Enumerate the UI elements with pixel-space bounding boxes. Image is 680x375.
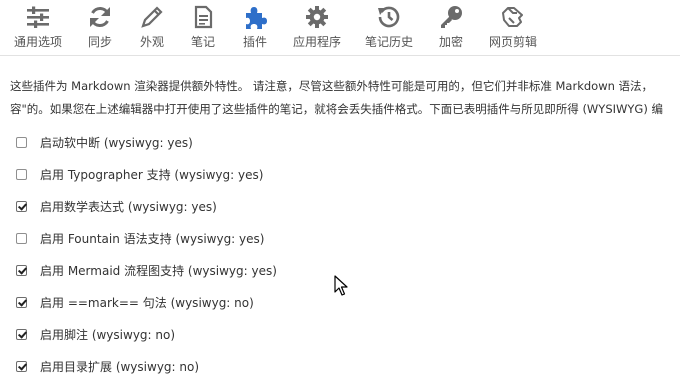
- description-line-2: 容"的。如果您在上述编辑器中打开使用了这些插件的笔记，就将会丢失插件格式。下面已…: [10, 102, 663, 116]
- plugin-option-label: 启用数学表达式 (wysiwyg: yes): [40, 199, 217, 214]
- tab-note-label: 笔记: [190, 35, 215, 49]
- plugin-option-label: 启用 Fountain 语法支持 (wysiwyg: yes): [40, 231, 265, 246]
- mouse-cursor-icon: [334, 275, 350, 299]
- tab-appearance[interactable]: 外观: [134, 2, 170, 52]
- tab-application[interactable]: 应用程序: [288, 2, 346, 52]
- plugin-option-label: 启用 Typographer 支持 (wysiwyg: yes): [40, 167, 264, 182]
- sync-icon: [87, 4, 113, 30]
- tab-encryption-label: 加密: [438, 35, 463, 49]
- tab-web-clipper[interactable]: 网页剪辑: [484, 2, 542, 52]
- tab-plugins[interactable]: 插件: [237, 2, 273, 52]
- plugin-option-label: 启用 Mermaid 流程图支持 (wysiwyg: yes): [40, 263, 277, 278]
- tab-plugins-label: 插件: [242, 35, 267, 49]
- plugin-option-math[interactable]: 启用数学表达式 (wysiwyg: yes): [16, 197, 217, 215]
- plugin-option-label: 启用 ==mark== 句法 (wysiwyg: no): [40, 295, 254, 310]
- sliders-icon: [25, 4, 51, 30]
- plugin-option-soft-breaks[interactable]: 启动软中断 (wysiwyg: yes): [16, 133, 193, 151]
- checkbox[interactable]: [16, 232, 27, 244]
- plugin-option-footnotes[interactable]: 启用脚注 (wysiwyg: no): [16, 325, 175, 343]
- tab-general[interactable]: 通用选项: [10, 2, 66, 52]
- note-icon: [190, 4, 216, 30]
- checkbox[interactable]: [16, 360, 27, 372]
- checkbox[interactable]: [16, 264, 27, 276]
- settings-toolbar: 通用选项 同步 外观 笔记 插件 应用程序 笔记历史 加密 网页剪辑: [0, 0, 680, 56]
- gear-icon: [304, 4, 330, 30]
- plugin-option-mark[interactable]: 启用 ==mark== 句法 (wysiwyg: no): [16, 293, 254, 311]
- pencil-icon: [139, 4, 165, 30]
- tab-application-label: 应用程序: [292, 35, 341, 49]
- description-line-1: 这些插件为 Markdown 渲染器提供额外特性。 请注意，尽管这些额外特性可能…: [10, 79, 654, 93]
- checkbox[interactable]: [16, 328, 27, 340]
- plugin-option-typographer[interactable]: 启用 Typographer 支持 (wysiwyg: yes): [16, 165, 263, 183]
- plugin-option-fountain[interactable]: 启用 Fountain 语法支持 (wysiwyg: yes): [16, 229, 264, 247]
- tab-general-label: 通用选项: [13, 35, 62, 49]
- key-icon: [438, 4, 464, 30]
- history-icon: [376, 4, 402, 30]
- checkbox[interactable]: [16, 136, 27, 148]
- plugin-option-label: 启动软中断 (wysiwyg: yes): [40, 135, 193, 150]
- tab-note-history[interactable]: 笔记历史: [360, 2, 418, 52]
- tab-sync[interactable]: 同步: [82, 2, 118, 52]
- clipper-icon: [500, 4, 526, 30]
- checkbox[interactable]: [16, 168, 27, 180]
- tab-note-history-label: 笔记历史: [364, 35, 413, 49]
- plugin-option-toc[interactable]: 启用目录扩展 (wysiwyg: no): [16, 357, 199, 375]
- tab-note[interactable]: 笔记: [185, 2, 221, 52]
- plugin-option-mermaid[interactable]: 启用 Mermaid 流程图支持 (wysiwyg: yes): [16, 261, 277, 279]
- puzzle-icon: [242, 4, 268, 30]
- tab-sync-label: 同步: [87, 35, 112, 49]
- checkbox[interactable]: [16, 296, 27, 308]
- tab-web-clipper-label: 网页剪辑: [488, 35, 537, 49]
- tab-encryption[interactable]: 加密: [433, 2, 469, 52]
- plugin-option-label: 启用目录扩展 (wysiwyg: no): [40, 359, 200, 374]
- tab-appearance-label: 外观: [139, 35, 164, 49]
- plugins-description: 这些插件为 Markdown 渲染器提供额外特性。 请注意，尽管这些额外特性可能…: [10, 75, 680, 121]
- checkbox[interactable]: [16, 200, 27, 212]
- plugin-option-label: 启用脚注 (wysiwyg: no): [40, 327, 176, 342]
